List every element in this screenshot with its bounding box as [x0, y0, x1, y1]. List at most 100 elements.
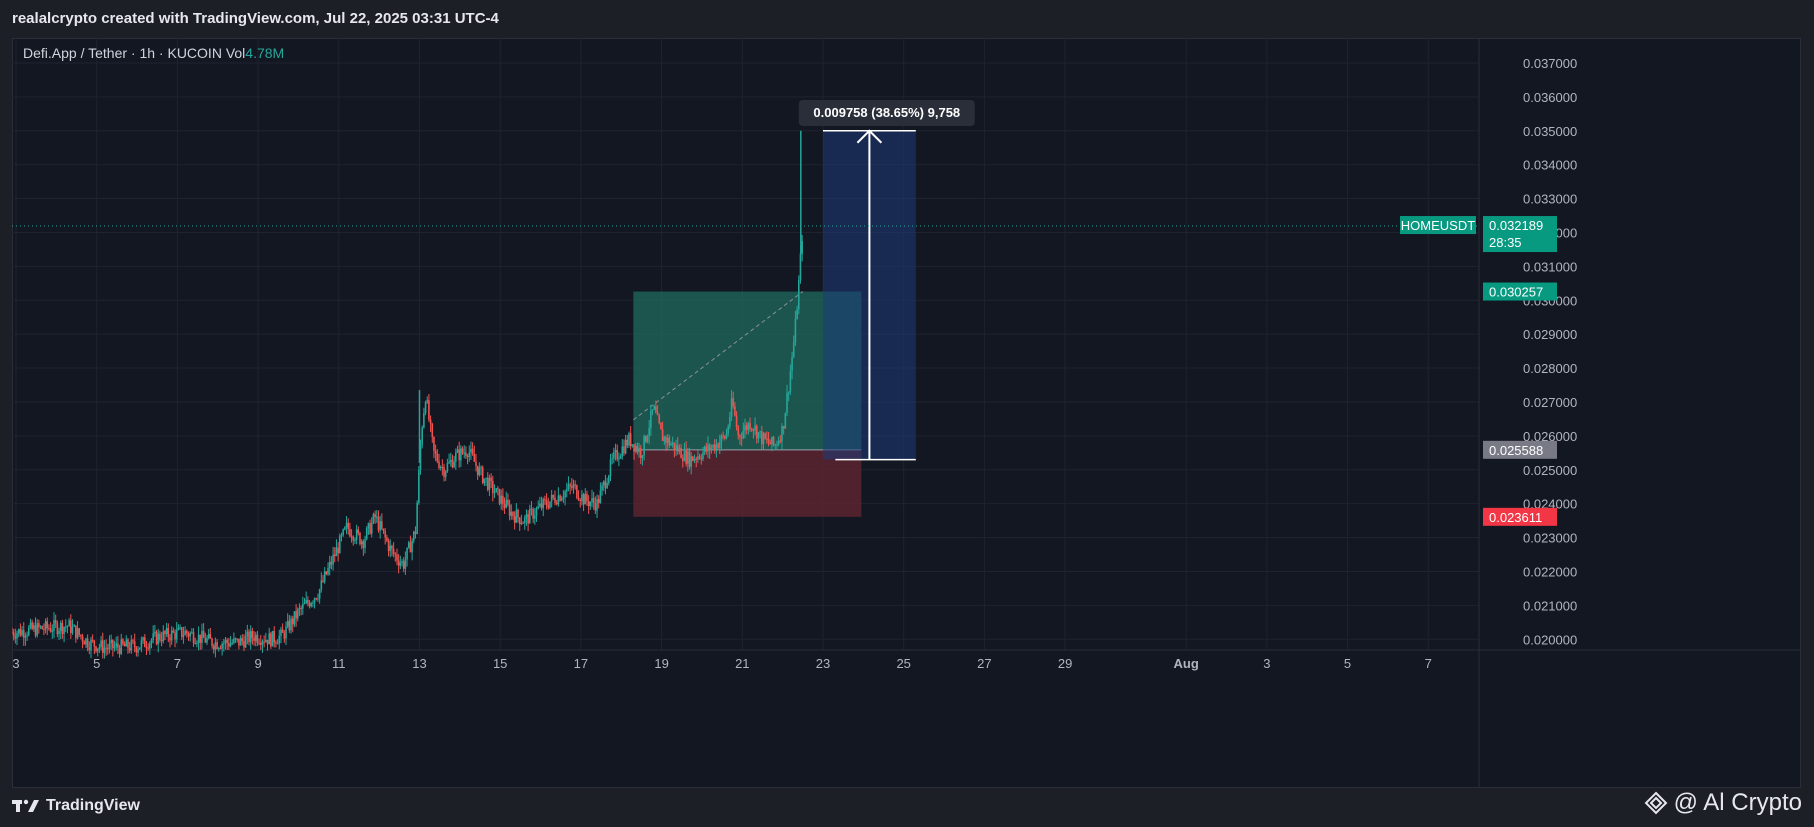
candle-body: [243, 640, 245, 648]
candle-body: [197, 634, 200, 643]
candle-body: [609, 459, 612, 476]
candle-body: [288, 620, 291, 631]
candle-body: [81, 636, 84, 642]
candle-body: [370, 522, 373, 534]
candle-body: [364, 539, 366, 548]
candle-body: [703, 446, 706, 453]
candle-body: [145, 647, 148, 649]
candle-body: [404, 559, 407, 569]
candle-body: [710, 447, 713, 451]
candle-body: [453, 461, 455, 468]
candle-body: [772, 436, 775, 445]
candle-body: [769, 442, 772, 445]
candle-body: [182, 635, 185, 637]
candle-body: [244, 636, 247, 648]
candle-body: [386, 537, 388, 541]
candle-body: [576, 485, 578, 498]
candle-body: [157, 633, 160, 645]
candle-body: [761, 431, 763, 445]
candle-body: [312, 602, 314, 604]
candle-body: [636, 446, 639, 453]
candle-body: [614, 449, 617, 453]
candle-body: [201, 630, 203, 643]
candle-body: [206, 638, 208, 643]
price-tick-label: 0.025000: [1523, 463, 1577, 478]
candle-body: [451, 459, 454, 468]
candle-body: [527, 514, 529, 524]
candle-body: [692, 456, 694, 461]
candle-body: [253, 637, 255, 641]
price-chart[interactable]: 0.009758 (38.65%) 9,758 0.037000 0.036000 0…: [12, 38, 1801, 788]
candle-body: [418, 470, 420, 503]
candle-body: [165, 628, 168, 635]
candle-body: [735, 415, 738, 428]
candle-body: [676, 445, 679, 452]
candle-body: [387, 540, 390, 551]
candle-body: [219, 648, 222, 650]
candle-body: [254, 634, 257, 641]
candle-body: [51, 630, 54, 632]
candle-body: [426, 400, 429, 403]
candle-body: [656, 412, 659, 416]
candle-body: [559, 495, 561, 501]
measure-label: 0.009758 (38.65%) 9,758: [813, 105, 960, 120]
loss-zone[interactable]: [633, 449, 862, 517]
candle-body: [54, 620, 57, 624]
candle-body: [438, 461, 440, 468]
candle-body: [214, 642, 217, 650]
candle-body: [542, 499, 545, 509]
candle-body: [259, 643, 262, 645]
candle-body: [503, 504, 506, 508]
candle-body: [416, 502, 418, 534]
candle-body: [648, 428, 650, 437]
candle-body: [130, 640, 133, 651]
candle-body: [36, 623, 38, 636]
candle-body: [43, 629, 45, 631]
candle-body: [34, 625, 37, 636]
candle-body: [779, 440, 782, 442]
candle-body: [549, 501, 551, 508]
candle-body: [507, 499, 509, 505]
candle-body: [449, 459, 452, 462]
candle-body: [545, 500, 548, 506]
candle-body: [608, 475, 610, 484]
candle-body: [275, 642, 277, 644]
candle-body: [650, 411, 652, 429]
candle-body: [523, 517, 526, 523]
candle-body: [434, 450, 437, 454]
time-tick-label: 17: [574, 656, 588, 671]
candle-body: [281, 629, 284, 633]
tradingview-logo[interactable]: TradingView: [12, 797, 140, 815]
candle-body: [641, 455, 644, 458]
candle-body: [466, 456, 469, 458]
candle-body: [444, 471, 447, 477]
candle-body: [611, 458, 613, 460]
candle-body: [513, 516, 516, 523]
candle-body: [164, 631, 166, 635]
candle-body: [569, 484, 571, 487]
candle-body: [12, 632, 13, 634]
candle-body: [374, 514, 376, 518]
candle-body: [591, 498, 593, 503]
candle-body: [766, 438, 768, 440]
candle-body: [286, 620, 289, 627]
candle-body: [180, 627, 183, 637]
candle-body: [70, 620, 72, 633]
candle-body: [344, 527, 346, 530]
candle-body: [128, 648, 131, 651]
price-tick-label: 0.037000: [1523, 56, 1577, 71]
candle-body: [639, 448, 642, 458]
time-tick-label: 27: [977, 656, 991, 671]
candle-body: [473, 453, 476, 462]
candle-body: [328, 561, 331, 568]
candle-body: [436, 453, 439, 462]
candle-body: [564, 491, 566, 498]
candle-body: [781, 426, 783, 442]
bottom-bar: [0, 788, 1814, 827]
candle-body: [236, 638, 239, 640]
time-tick-label: 13: [412, 656, 426, 671]
candle-body: [468, 452, 471, 457]
price-tick-label: 0.020000: [1523, 632, 1577, 647]
symbol-legend[interactable]: Defi.App / Tether · 1h · KUCOIN Vol4.78M: [23, 45, 284, 61]
candle-body: [179, 627, 181, 629]
